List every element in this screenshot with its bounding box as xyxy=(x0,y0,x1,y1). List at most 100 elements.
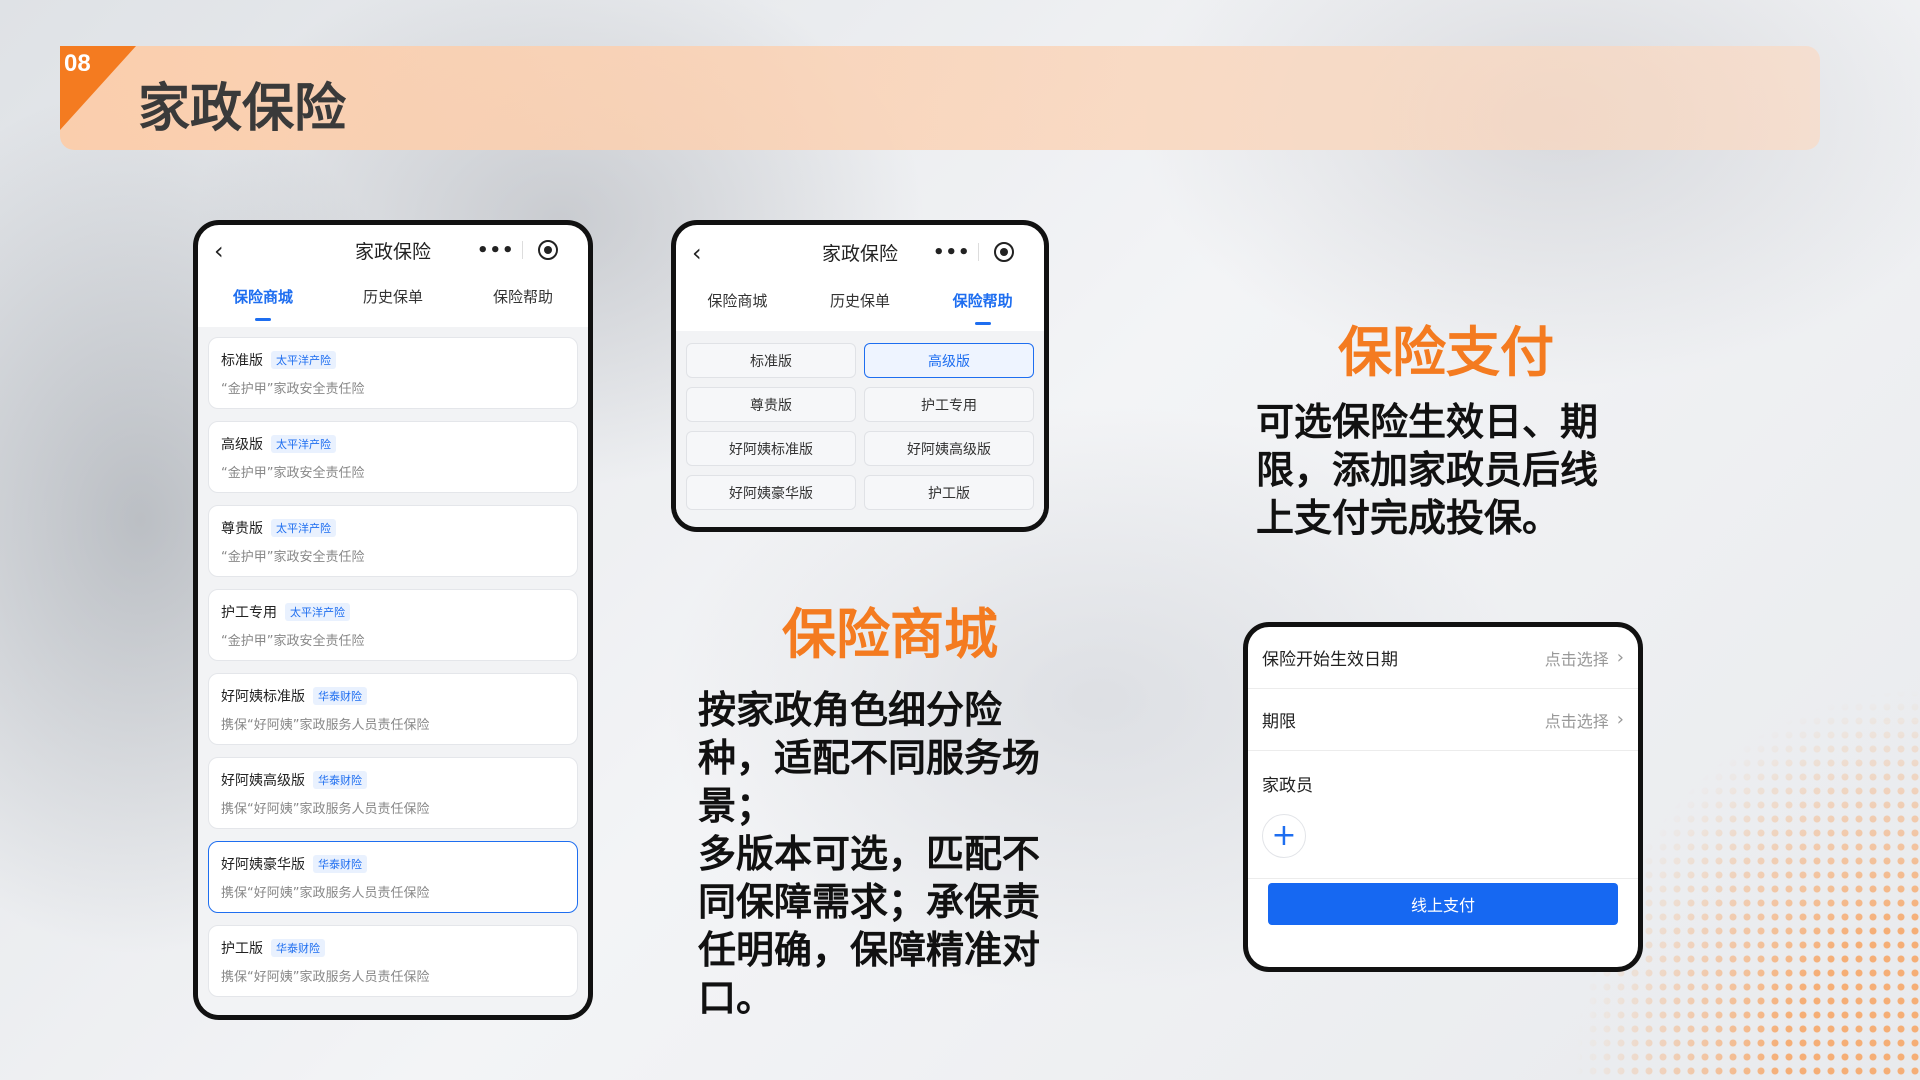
product-name: 高级版 xyxy=(221,437,263,453)
more-icon[interactable]: ••• xyxy=(470,240,522,261)
tab-insurance-help[interactable]: 保险帮助 xyxy=(458,286,588,313)
tab-policy-history[interactable]: 历史保单 xyxy=(799,290,922,317)
product-description: 携保“好阿姨”家政服务人员责任保险 xyxy=(221,886,430,901)
version-chip[interactable]: 高级版 xyxy=(864,343,1034,378)
back-arrow-icon[interactable]: ‹ xyxy=(214,239,224,263)
description-line: 限，添加家政员后线 xyxy=(1256,448,1599,492)
product-row: 好阿姨豪华版 华泰财险 xyxy=(221,854,565,874)
start-date-value: 点击选择 xyxy=(1544,649,1609,669)
version-chip[interactable]: 尊贵版 xyxy=(686,387,856,422)
product-name: 标准版 xyxy=(221,353,263,369)
product-row: 好阿姨高级版 华泰财险 xyxy=(221,770,565,790)
product-description: “金护甲”家政安全责任险 xyxy=(221,634,365,649)
product-card[interactable]: 高级版 太平洋产险 “金护甲”家政安全责任险 xyxy=(208,421,578,493)
period-value: 点击选择 xyxy=(1544,711,1609,731)
close-target-icon[interactable] xyxy=(523,240,575,260)
product-name: 好阿姨豪华版 xyxy=(221,857,305,873)
start-date-label: 保险开始生效日期 xyxy=(1262,650,1398,670)
product-card[interactable]: 护工版 华泰财险携保“好阿姨”家政服务人员责任保险 xyxy=(208,925,578,997)
mall-description: 按家政角色细分险 种，适配不同服务场 景； 多版本可选，匹配不 同保障需求；承保责 任明确… xyxy=(698,686,1040,1022)
staff-label: 家政员 xyxy=(1262,776,1313,796)
close-target-icon[interactable] xyxy=(979,242,1031,262)
product-description: “金护甲”家政安全责任险 xyxy=(221,466,365,481)
insurer-tag: 太平洋产险 xyxy=(271,351,336,369)
product-name: 护工专用 xyxy=(221,605,277,621)
product-name: 护工版 xyxy=(221,941,263,957)
more-icon[interactable]: ••• xyxy=(926,242,978,263)
version-chip[interactable]: 好阿姨标准版 xyxy=(686,431,856,466)
product-description: 携保“好阿姨”家政服务人员责任保险 xyxy=(221,718,430,733)
version-chip[interactable]: 好阿姨豪华版 xyxy=(686,475,856,510)
product-list: 标准版 太平洋产险 “金护甲”家政安全责任险 高级版 太平洋产险 “金护甲”家政安全责任险… xyxy=(198,327,588,1015)
description-line: 种，适配不同服务场 xyxy=(698,736,1041,780)
product-row: 标准版 太平洋产险 xyxy=(221,350,565,370)
product-row: 护工版 华泰财险 xyxy=(221,938,565,958)
period-label: 期限 xyxy=(1262,712,1296,732)
product-card[interactable]: 标准版 太平洋产险 “金护甲”家政安全责任险 xyxy=(208,337,578,409)
phone-title: 家政保险 xyxy=(354,240,431,263)
phone-insurance-mall: ‹ 家政保险 ••• 保险商城 历史保单 保险帮助 标准版 太平洋产险 “金护甲”家… xyxy=(193,220,593,1020)
product-description: 携保“好阿姨”家政服务人员责任保险 xyxy=(221,802,430,817)
description-line: 按家政角色细分险 xyxy=(698,688,1003,732)
tab-insurance-help[interactable]: 保险帮助 xyxy=(921,290,1044,325)
product-row: 护工专用 太平洋产险 xyxy=(221,602,565,622)
mall-heading: 保险商城 xyxy=(782,603,998,666)
product-name: 尊贵版 xyxy=(221,521,263,537)
description-line: 可选保险生效日、期 xyxy=(1256,400,1599,444)
phone-topbar: ‹ 家政保险 ••• xyxy=(676,225,1044,279)
product-card[interactable]: 好阿姨高级版 华泰财险携保“好阿姨”家政服务人员责任保险 xyxy=(208,757,578,829)
back-arrow-icon[interactable]: ‹ xyxy=(692,241,702,265)
insurer-tag: 华泰财险 xyxy=(271,939,325,957)
insurer-tag: 华泰财险 xyxy=(313,687,367,705)
pay-description: 可选保险生效日、期 限，添加家政员后线 上支付完成投保。 xyxy=(1256,398,1598,542)
version-chip[interactable]: 护工版 xyxy=(864,475,1034,510)
version-grid: 标准版 高级版 尊贵版 护工专用 好阿姨标准版 好阿姨高级版 好阿姨豪华版 护工版 xyxy=(676,331,1044,527)
product-card[interactable]: 好阿姨豪华版 华泰财险携保“好阿姨”家政服务人员责任保险 xyxy=(208,841,578,913)
product-row: 高级版 太平洋产险 xyxy=(221,434,565,454)
description-line: 景； xyxy=(698,784,775,828)
section-number: 08 xyxy=(64,50,91,77)
tab-policy-history[interactable]: 历史保单 xyxy=(328,286,458,313)
insurer-tag: 华泰财险 xyxy=(313,855,367,873)
phone-insurance-payment: 保险开始生效日期 点击选择 › 期限 点击选择 › 家政员 + 线上支付 xyxy=(1243,622,1643,972)
tab-bar: 保险商城 历史保单 保险帮助 xyxy=(676,279,1044,327)
insurer-tag: 太平洋产险 xyxy=(271,519,336,537)
page-title: 家政保险 xyxy=(138,79,347,139)
tab-insurance-mall[interactable]: 保险商城 xyxy=(198,286,328,321)
product-description: 携保“好阿姨”家政服务人员责任保险 xyxy=(221,970,430,985)
description-line: 多版本可选，匹配不 xyxy=(698,832,1041,876)
period-row[interactable]: 期限 点击选择 › xyxy=(1248,689,1638,751)
staff-block: 家政员 + xyxy=(1248,751,1638,879)
insurer-tag: 太平洋产险 xyxy=(285,603,350,621)
product-row: 好阿姨标准版 华泰财险 xyxy=(221,686,565,706)
product-description: “金护甲”家政安全责任险 xyxy=(221,550,365,565)
mini-program-capsule: ••• xyxy=(470,233,574,267)
start-date-row[interactable]: 保险开始生效日期 点击选择 › xyxy=(1248,627,1638,689)
product-name: 好阿姨高级版 xyxy=(221,773,305,789)
add-staff-plus-icon[interactable]: + xyxy=(1262,814,1306,858)
product-name: 好阿姨标准版 xyxy=(221,689,305,705)
product-row: 尊贵版 太平洋产险 xyxy=(221,518,565,538)
online-pay-button[interactable]: 线上支付 xyxy=(1268,883,1618,925)
product-card[interactable]: 好阿姨标准版 华泰财险携保“好阿姨”家政服务人员责任保险 xyxy=(208,673,578,745)
phone-insurance-versions: ‹ 家政保险 ••• 保险商城 历史保单 保险帮助 标准版 高级版 尊贵版 护工专用好… xyxy=(671,220,1049,532)
tab-bar: 保险商城 历史保单 保险帮助 xyxy=(198,275,588,323)
pay-heading: 保险支付 xyxy=(1338,321,1554,384)
insurer-tag: 太平洋产险 xyxy=(271,435,336,453)
product-description: “金护甲”家政安全责任险 xyxy=(221,382,365,397)
description-line: 同保障需求；承保责 xyxy=(698,880,1041,924)
phone-topbar: ‹ 家政保险 ••• xyxy=(198,225,588,275)
version-chip[interactable]: 标准版 xyxy=(686,343,856,378)
description-line: 口。 xyxy=(698,976,775,1020)
tab-insurance-mall[interactable]: 保险商城 xyxy=(676,290,799,317)
description-line: 任明确，保障精准对 xyxy=(698,928,1041,972)
phone-title: 家政保险 xyxy=(821,242,898,265)
version-chip[interactable]: 好阿姨高级版 xyxy=(864,431,1034,466)
mini-program-capsule: ••• xyxy=(926,235,1030,269)
product-card[interactable]: 护工专用 太平洋产险 “金护甲”家政安全责任险 xyxy=(208,589,578,661)
chevron-right-icon: › xyxy=(1616,647,1624,668)
description-line: 上支付完成投保。 xyxy=(1256,496,1561,540)
version-chip[interactable]: 护工专用 xyxy=(864,387,1034,422)
product-card[interactable]: 尊贵版 太平洋产险 “金护甲”家政安全责任险 xyxy=(208,505,578,577)
insurer-tag: 华泰财险 xyxy=(313,771,367,789)
